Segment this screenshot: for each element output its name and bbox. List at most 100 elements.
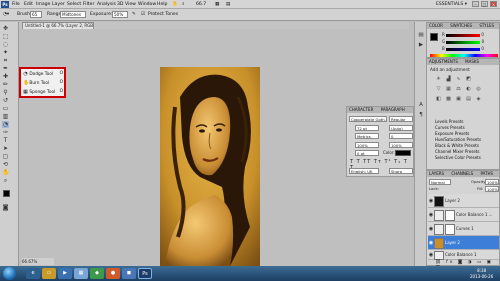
tab-masks[interactable]: MASKS — [465, 59, 479, 64]
color-slider-b[interactable]: B 0 — [442, 45, 500, 52]
vibrance-icon[interactable]: ▽ — [435, 86, 442, 93]
layer-row[interactable]: ◉ Color Balance 1 ... — [428, 208, 499, 222]
kerning-input[interactable]: Metrics — [355, 133, 379, 139]
hue-saturation-icon[interactable]: ▦ — [445, 86, 452, 93]
type-tool-icon[interactable]: T — [2, 137, 9, 144]
horizontal-scale-input[interactable]: 100% — [389, 142, 413, 148]
pen-tool-icon[interactable]: ✑ — [2, 129, 9, 136]
close-button[interactable]: × — [490, 1, 497, 7]
menu-image[interactable]: Image — [36, 1, 50, 8]
zoom-tool-icon[interactable]: ⌕ — [182, 1, 185, 8]
color-slider-r[interactable]: R 0 — [442, 31, 500, 38]
baseline-shift-input[interactable]: 0 pt — [355, 150, 379, 156]
color-foreground-swatch[interactable] — [430, 33, 438, 41]
hand-tool-icon[interactable]: ✋ — [172, 1, 178, 8]
layer-row[interactable]: ◉ Curves 1 — [428, 222, 499, 236]
vertical-scale-input[interactable]: 100% — [355, 142, 379, 148]
history-panel-icon[interactable]: ▤ — [417, 32, 425, 39]
menu-edit[interactable]: Edit — [24, 1, 33, 8]
brush-size-picker[interactable]: 65 — [30, 11, 42, 18]
flyout-item-sponge[interactable]: ▦ Sponge Tool O — [23, 88, 63, 96]
app-icon-3[interactable]: ◼ — [122, 268, 136, 279]
gradient-map-icon[interactable]: ▤ — [465, 96, 472, 103]
maximize-button[interactable]: □ — [481, 1, 488, 7]
black-white-icon[interactable]: ◐ — [465, 86, 472, 93]
start-button-icon[interactable] — [3, 267, 16, 280]
color-balance-icon[interactable]: ⚖ — [455, 86, 462, 93]
dodge-tool-icon[interactable]: ◔ — [2, 121, 9, 128]
menu-3d[interactable]: 3D — [117, 1, 123, 8]
dodge-tool-preset-icon[interactable]: ◔▾ — [3, 11, 9, 19]
minimize-button[interactable]: – — [472, 1, 479, 7]
eyedropper-tool-icon[interactable]: ✒ — [2, 65, 9, 72]
path-selection-tool-icon[interactable]: ➤ — [2, 145, 9, 152]
anti-alias-select[interactable]: Sharp — [389, 168, 413, 174]
paragraph-panel-icon[interactable]: ¶ — [417, 112, 425, 119]
tab-styles[interactable]: STYLES — [479, 23, 494, 28]
zoom-level[interactable]: 66.7 — [196, 1, 206, 8]
range-select[interactable]: Midtones — [60, 11, 86, 18]
exposure-input[interactable]: 50% — [112, 11, 128, 18]
leading-input[interactable]: (Auto) — [389, 125, 413, 131]
actions-panel-icon[interactable]: ▶ — [417, 42, 425, 49]
flyout-item-burn[interactable]: ✋ Burn Tool O — [23, 79, 63, 87]
view-extras-icon[interactable]: ▦ — [215, 1, 219, 8]
opacity-input[interactable]: 100% — [485, 179, 499, 185]
portrait-image[interactable] — [160, 67, 260, 266]
color-slider-g[interactable]: G 0 — [442, 38, 500, 45]
menu-select[interactable]: Select — [67, 1, 81, 8]
tab-paths[interactable]: PATHS — [480, 171, 493, 176]
gradient-tool-icon[interactable]: ▥ — [2, 113, 9, 120]
layer-row[interactable]: ◉ Layer 2 — [428, 194, 499, 208]
quick-mask-icon[interactable]: ◙ — [2, 204, 9, 211]
hand-tool-icon[interactable]: ✋ — [2, 169, 9, 176]
file-explorer-icon[interactable]: ▭ — [42, 268, 56, 279]
shape-tool-icon[interactable]: ▢ — [2, 153, 9, 160]
menu-help[interactable]: Help — [157, 1, 167, 8]
tab-adjustments[interactable]: ADJUSTMENTS — [429, 59, 458, 64]
protect-tones-checkbox[interactable]: ☑ — [141, 11, 145, 19]
text-color-swatch[interactable] — [395, 150, 411, 156]
tab-character[interactable]: CHARACTER — [349, 107, 373, 112]
quick-selection-tool-icon[interactable]: ✦ — [2, 49, 9, 56]
workspace-switcher[interactable]: ESSENTIALS ▾ — [436, 1, 467, 8]
document-tab[interactable]: Untitled-1 @ 66.7% (Layer 2, RGB/8) * — [22, 22, 94, 29]
menu-file[interactable]: File — [12, 1, 20, 8]
move-tool-icon[interactable]: ✥ — [2, 25, 9, 32]
menu-window[interactable]: Window — [138, 1, 156, 8]
menu-analysis[interactable]: Analysis — [97, 1, 116, 8]
eraser-tool-icon[interactable]: ▭ — [2, 105, 9, 112]
preset-selective-color[interactable]: Selective Color Presets — [428, 155, 500, 161]
posterize-icon[interactable]: ▩ — [445, 96, 452, 103]
invert-icon[interactable]: ◧ — [435, 96, 442, 103]
crop-tool-icon[interactable]: ⌗ — [2, 57, 9, 64]
color-spectrum[interactable] — [430, 54, 498, 57]
menu-view[interactable]: View — [125, 1, 136, 8]
curves-icon[interactable]: ∿ — [455, 76, 462, 83]
foreground-color-swatch[interactable] — [3, 190, 10, 197]
menu-layer[interactable]: Layer — [52, 1, 65, 8]
arrange-documents-icon[interactable]: ▤ — [226, 1, 230, 8]
media-player-icon[interactable]: ▶ — [58, 268, 72, 279]
flyout-item-dodge[interactable]: ◔ Dodge Tool O — [23, 70, 63, 78]
app-icon[interactable]: ◆ — [90, 268, 104, 279]
3d-rotate-tool-icon[interactable]: ⟲ — [2, 161, 9, 168]
system-clock[interactable]: 8:38 2013-06-26 — [470, 268, 493, 279]
clone-stamp-tool-icon[interactable]: ⚲ — [2, 89, 9, 96]
zoom-field[interactable]: 66.67% — [22, 258, 54, 265]
brightness-contrast-icon[interactable]: ☀ — [435, 76, 442, 83]
layer-row-selected[interactable]: ◉ Layer 2 — [428, 236, 499, 250]
menu-filter[interactable]: Filter — [83, 1, 94, 8]
threshold-icon[interactable]: ▣ — [455, 96, 462, 103]
internet-explorer-icon[interactable]: e — [26, 268, 40, 279]
tab-layers[interactable]: LAYERS — [429, 171, 444, 176]
airbrush-icon[interactable]: ✎ — [132, 11, 136, 19]
desktop-app-icon[interactable]: ▦ — [74, 268, 88, 279]
layer-row[interactable]: ◉ Color Balance 1 — [428, 250, 499, 260]
zoom-tool-icon[interactable]: ⌕ — [2, 177, 9, 184]
character-panel-icon[interactable]: A — [417, 102, 425, 109]
lasso-tool-icon[interactable]: ◌ — [2, 41, 9, 48]
tab-channels[interactable]: CHANNELS — [451, 171, 473, 176]
blend-mode-select[interactable]: Normal — [429, 179, 451, 185]
fill-input[interactable]: 100% — [485, 186, 499, 192]
